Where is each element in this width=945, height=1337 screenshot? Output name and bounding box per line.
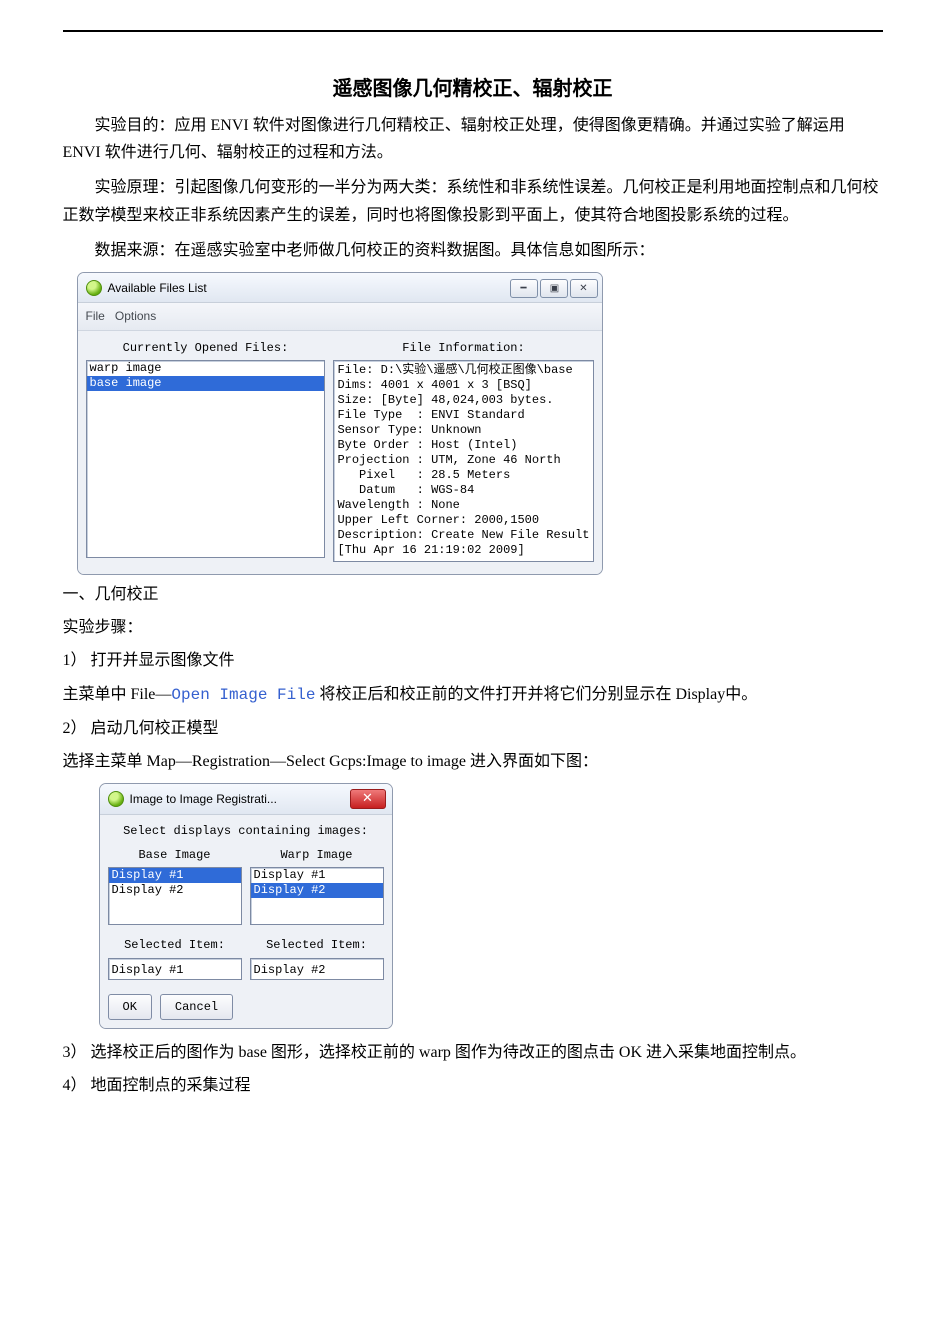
close-button[interactable]: ✕ (570, 279, 598, 298)
available-files-window: Available Files List ━ ▣ ✕ File Options … (77, 272, 603, 575)
file-info-text: File: D:\实验\遥感\几何校正图像\base Dims: 4001 x … (333, 360, 593, 562)
section-heading: 一、几何校正 (63, 581, 883, 608)
para-principle: 实验原理：引起图像几何变形的一半分为两大类：系统性和非系统性误差。几何校正是利用… (63, 174, 883, 228)
list-item[interactable]: base image (87, 376, 325, 391)
list-item[interactable]: Display #1 (109, 868, 241, 883)
step-2-desc: 选择主菜单 Map—Registration—Select Gcps:Image… (63, 748, 883, 775)
ok-button[interactable]: OK (108, 994, 152, 1020)
steps-heading: 实验步骤： (63, 614, 883, 641)
base-image-header: Base Image (108, 845, 242, 867)
envi-icon (108, 791, 124, 807)
warp-selected-input[interactable]: Display #2 (250, 958, 384, 980)
registration-window: Image to Image Registrati... ✕ Select di… (99, 783, 393, 1029)
dialog-subtitle: Select displays containing images: (108, 821, 384, 841)
opened-files-list[interactable]: warp image base image (86, 360, 326, 558)
step-3: 3） 选择校正后的图作为 base 图形，选择校正前的 warp 图作为待改正的… (63, 1039, 883, 1066)
window-titlebar[interactable]: Available Files List ━ ▣ ✕ (78, 273, 602, 303)
envi-icon (86, 280, 102, 296)
list-item[interactable]: Display #2 (109, 883, 241, 898)
menu-bar: File Options (78, 303, 602, 330)
list-item[interactable]: warp image (87, 361, 325, 376)
window-titlebar[interactable]: Image to Image Registrati... ✕ (100, 784, 392, 814)
minimize-button[interactable]: ━ (510, 279, 538, 298)
step-1-desc: 主菜单中 File—Open Image File 将校正后和校正前的文件打开并… (63, 681, 883, 709)
window-title: Image to Image Registrati... (130, 789, 350, 809)
warp-image-header: Warp Image (250, 845, 384, 867)
opened-files-header: Currently Opened Files: (86, 337, 326, 360)
page-title: 遥感图像几何精校正、辐射校正 (63, 72, 883, 106)
para-source: 数据来源：在遥感实验室中老师做几何校正的资料数据图。具体信息如图所示： (63, 237, 883, 264)
step-1: 1） 打开并显示图像文件 (63, 647, 883, 674)
step-2: 2） 启动几何校正模型 (63, 715, 883, 742)
warp-image-list[interactable]: Display #1 Display #2 (250, 867, 384, 925)
window-title: Available Files List (108, 278, 510, 298)
menu-options[interactable]: Options (115, 309, 156, 323)
menu-file[interactable]: File (86, 309, 105, 323)
para-objective: 实验目的：应用 ENVI 软件对图像进行几何精校正、辐射校正处理，使得图像更精确… (63, 112, 883, 166)
close-button[interactable]: ✕ (350, 789, 386, 809)
base-selected-input[interactable]: Display #1 (108, 958, 242, 980)
list-item[interactable]: Display #1 (251, 868, 383, 883)
selected-item-label: Selected Item: (250, 935, 384, 955)
base-image-list[interactable]: Display #1 Display #2 (108, 867, 242, 925)
menu-path: Open Image File (171, 686, 315, 704)
file-info-header: File Information: (333, 337, 593, 360)
list-item[interactable]: Display #2 (251, 883, 383, 898)
cancel-button[interactable]: Cancel (160, 994, 233, 1020)
selected-item-label: Selected Item: (108, 935, 242, 955)
maximize-button[interactable]: ▣ (540, 279, 568, 298)
step-4: 4） 地面控制点的采集过程 (63, 1072, 883, 1099)
